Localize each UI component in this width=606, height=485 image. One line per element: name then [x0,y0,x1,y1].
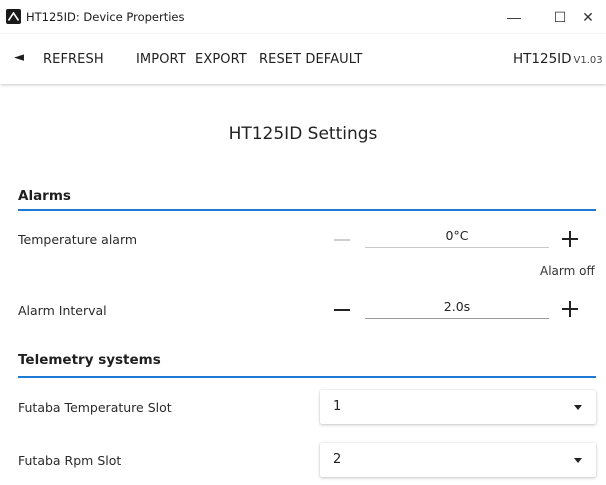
futaba-rpm-slot-select[interactable]: 2 [320,443,596,477]
refresh-button[interactable]: REFRESH [43,52,104,67]
futaba-rpm-slot-label: Futaba Rpm Slot [18,453,122,468]
section-title-telemetry: Telemetry systems [18,352,161,368]
toolbar: ◄ REFRESH IMPORT EXPORT RESET DEFAULT HT… [0,34,606,84]
chevron-down-icon [574,405,582,410]
close-button[interactable]: ✕ [566,0,606,34]
section-divider-alarms [18,209,596,211]
alarm-interval-value[interactable]: 2.0s [365,295,549,319]
title-bar: HT125ID: Device Properties — ☐ ✕ [0,0,606,34]
device-version: V1.03 [573,55,603,66]
device-model-name: HT125ID [513,51,572,67]
section-divider-telemetry [18,376,596,378]
chevron-down-icon [574,458,582,463]
back-arrow-icon[interactable]: ◄ [14,50,24,65]
page-title: HT125ID Settings [228,124,378,144]
temperature-increase-icon[interactable] [562,231,578,247]
futaba-temperature-slot-select[interactable]: 1 [320,390,596,424]
futaba-rpm-slot-value: 2 [333,452,342,467]
interval-decrease-icon[interactable] [334,309,350,311]
import-button[interactable]: IMPORT [136,52,186,67]
temperature-alarm-value[interactable]: 0°C [365,224,549,248]
futaba-temperature-slot-label: Futaba Temperature Slot [18,400,172,415]
temperature-alarm-label: Temperature alarm [18,232,138,247]
alarm-interval-label: Alarm Interval [18,303,107,318]
export-button[interactable]: EXPORT [195,52,247,67]
app-logo-icon [6,9,21,24]
temperature-decrease-icon[interactable] [334,239,350,241]
settings-content: HT125ID Settings Alarms Temperature alar… [0,84,606,485]
interval-increase-icon[interactable] [562,301,578,317]
temperature-alarm-helper: Alarm off [540,264,595,278]
section-title-alarms: Alarms [18,188,71,204]
window-title: HT125ID: Device Properties [26,10,185,24]
reset-default-button[interactable]: RESET DEFAULT [259,52,362,67]
futaba-temperature-slot-value: 1 [333,399,342,414]
minimize-button[interactable]: — [492,0,536,34]
device-model-label: HT125ID V1.03 [513,51,603,67]
